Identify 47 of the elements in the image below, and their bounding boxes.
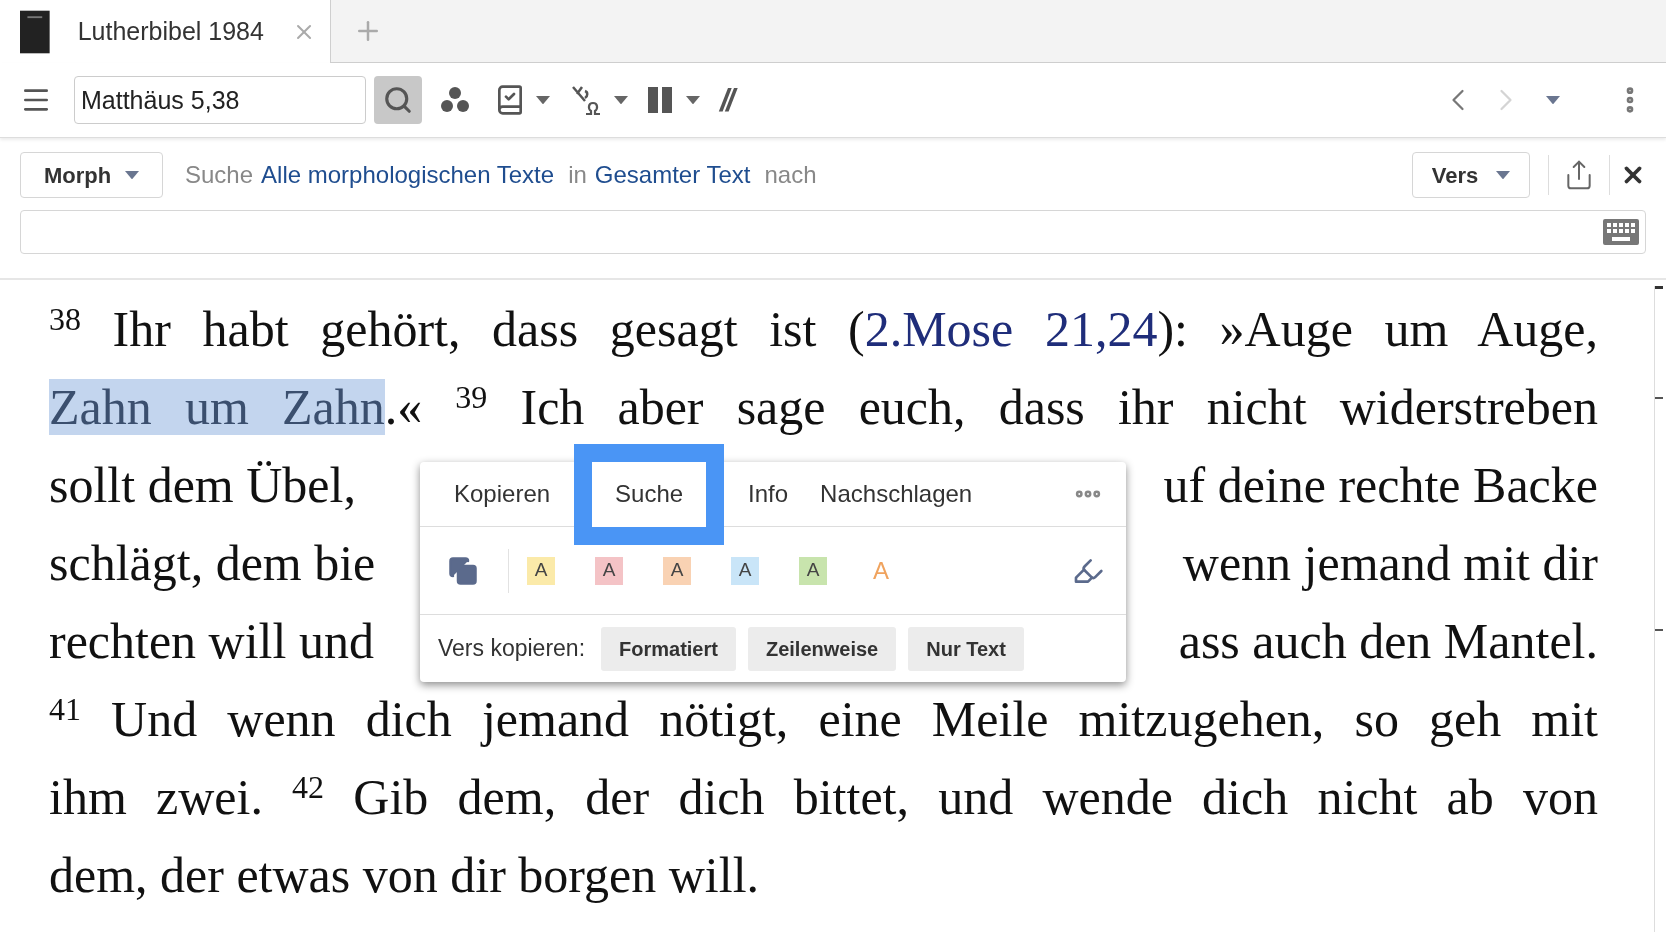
popup-tab[interactable]: Nachschlagen [810,461,983,527]
caret-icon[interactable] [1496,170,1511,180]
keyboard-icon[interactable] [1603,219,1639,245]
caret-icon[interactable] [614,95,628,105]
search-button[interactable] [374,76,422,124]
reference-field[interactable]: Matthäus 5,38 [74,76,366,124]
search-option-link[interactable]: Gesamter Text [594,157,751,193]
verse-text: $^{41}$ Und wenn dich jemand nötigt, eine Meile mitzugehen, so geh mit [49,690,1598,749]
caret-icon[interactable] [536,95,550,105]
verse-text: ihm zwei. $^{42}$ Gib dem, der dich bittet, und wende dich nicht ab von [49,768,1598,827]
book-cover-icon [20,8,50,55]
search-label: Suche [185,160,254,190]
copy-format-button[interactable]: Nur Text [908,626,1024,671]
copy-icon[interactable] [448,555,478,586]
reference-link[interactable]: 2.Mose 21,24 [864,301,1158,357]
search-input-field[interactable] [20,210,1646,254]
mode-dropdown[interactable]: Morph [20,152,163,198]
circles-icon[interactable] [440,86,470,114]
caret-icon[interactable] [686,95,700,105]
highlight-swatch[interactable]: A [799,556,827,585]
copy-format-button[interactable]: Formatiert [601,626,736,671]
highlight-swatch[interactable]: A [527,556,555,585]
copy-label: Vers kopieren: [438,634,586,664]
verse-text: ass auch den Mantel. [1178,612,1598,671]
verse-text: schlägt, dem bie [49,534,376,593]
verse-text: $^{38}$ Ihr habt gehört, dass gesagt ist (2.Mose 21,24): »Auge um Auge, [49,300,1598,359]
caret-icon[interactable] [125,170,140,180]
columns-icon[interactable] [648,87,672,113]
popup-tab[interactable]: Kopieren [444,461,561,527]
search-label: nach [764,160,817,190]
search-icon[interactable] [383,85,413,115]
caret-icon[interactable] [1546,95,1560,105]
highlight-swatch[interactable]: A [731,556,759,585]
verse-text: dem, der etwas von dir borgen will. [49,846,761,905]
verse-text: rechten will und [49,612,374,671]
verse-text: wenn jemand mit dir [1182,534,1598,593]
highlight-swatch[interactable]: A [595,556,623,585]
verse-text: sollt dem Übel, [49,456,356,515]
search-label: in [568,160,587,190]
popup-tab[interactable]: Info [738,461,799,527]
search-option-link[interactable]: Alle morphologischen Texte [261,157,555,193]
scope-dropdown[interactable]: Vers [1412,152,1530,198]
copy-format-button[interactable]: Zeilenweise [747,626,897,671]
selected-text: Zahn um Zahn [49,379,385,435]
verse-text: uf deine rechte Backe [1163,456,1598,515]
highlight-swatch[interactable]: A [663,556,691,585]
verse-text: Zahn um Zahn.« $^{39}$ Ich aber sage euch, dass ihr nicht widerstreben [49,378,1598,437]
